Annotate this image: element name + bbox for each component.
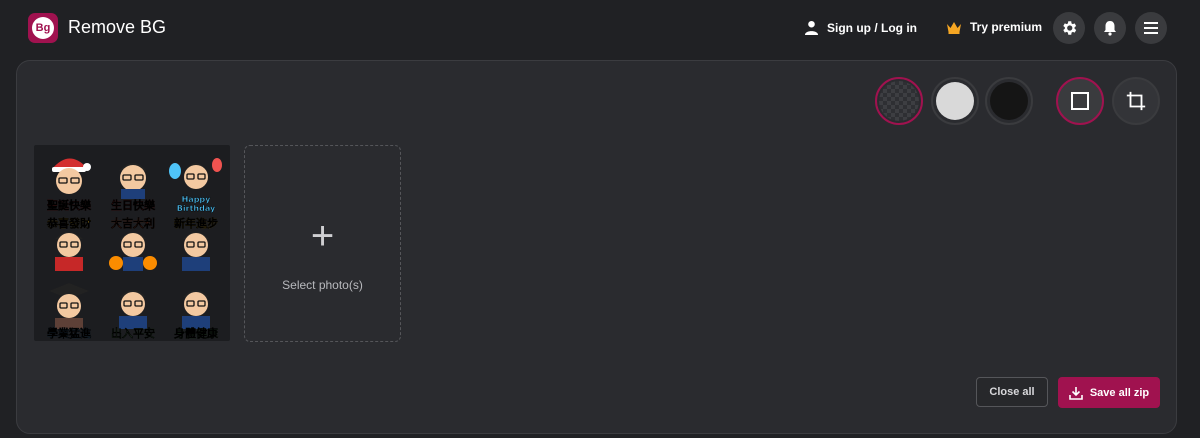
save-all-zip-button[interactable]: Save all zip xyxy=(1058,377,1160,408)
sticker-cell: 出入平安 xyxy=(104,279,162,340)
select-photos-label: Select photo(s) xyxy=(282,278,363,292)
app-title: Remove BG xyxy=(68,17,167,37)
gear-icon xyxy=(1063,21,1077,35)
close-all-button[interactable]: Close all xyxy=(976,377,1048,407)
avatar-birthday xyxy=(119,163,147,199)
background-transparent-option[interactable] xyxy=(875,77,923,125)
plus-icon: + xyxy=(310,214,335,258)
sticker-label: Happy Birthday xyxy=(176,195,216,213)
light-gray-swatch xyxy=(936,82,974,120)
sticker-cell: 聖誕快樂 xyxy=(40,151,98,212)
top-bar: Bg Remove BG Sign up / Log in Try premiu… xyxy=(0,0,1200,58)
logo-mark: Bg xyxy=(32,17,54,39)
sticker-cell: 大吉大利 xyxy=(104,215,162,273)
app-logo[interactable]: Bg xyxy=(28,13,58,43)
menu-button[interactable] xyxy=(1135,12,1167,44)
sticker-cell: Happy Birthday xyxy=(167,151,225,213)
sticker-label: 身體健康 xyxy=(174,327,218,340)
checkerboard-swatch xyxy=(879,81,919,121)
sticker-cell: 身體健康 xyxy=(167,279,225,340)
background-light-option[interactable] xyxy=(931,77,979,125)
try-premium-link[interactable]: Try premium xyxy=(946,20,1042,34)
sticker-label: 恭喜發財 xyxy=(47,217,91,230)
avatar-santa xyxy=(52,158,91,194)
signup-login-label: Sign up / Log in xyxy=(827,20,917,35)
sticker-cell: 恭喜發財 xyxy=(40,215,98,273)
square-icon xyxy=(1071,92,1089,110)
crop-icon xyxy=(1126,91,1146,111)
save-all-zip-label: Save all zip xyxy=(1089,386,1150,399)
sticker-cell: 學業猛進 xyxy=(40,279,98,340)
crown-icon xyxy=(947,21,961,34)
sticker-label: 生日快樂 xyxy=(111,199,155,212)
bell-icon xyxy=(1104,21,1116,36)
background-black-option[interactable] xyxy=(985,77,1033,125)
signup-login-link[interactable]: Sign up / Log in xyxy=(804,20,917,35)
uploaded-image-thumbnail[interactable]: 聖誕快樂 生日快樂 Happy Birthday 恭喜發財 大吉大利 新年進步 … xyxy=(34,145,230,341)
try-premium-label: Try premium xyxy=(970,20,1043,34)
black-swatch xyxy=(990,82,1028,120)
avatar-safe-travels xyxy=(119,290,147,329)
crop-button[interactable] xyxy=(1112,77,1160,125)
sticker-cell: 生日快樂 xyxy=(104,151,162,212)
sticker-label: 聖誕快樂 xyxy=(47,199,91,212)
sticker-label: 新年進步 xyxy=(174,217,218,230)
select-photos-dropzone[interactable]: + Select photo(s) xyxy=(244,145,401,342)
avatar-health xyxy=(182,290,210,329)
menu-icon xyxy=(1144,22,1158,34)
notifications-button[interactable] xyxy=(1094,12,1126,44)
sticker-label: 出入平安 xyxy=(111,327,155,340)
settings-button[interactable] xyxy=(1053,12,1085,44)
sticker-label: 學業猛進 xyxy=(47,327,91,340)
avatar-balloons xyxy=(169,158,222,189)
sticker-label: 大吉大利 xyxy=(111,217,155,230)
workspace-panel: 聖誕快樂 生日快樂 Happy Birthday 恭喜發財 大吉大利 新年進步 … xyxy=(16,60,1177,434)
user-icon xyxy=(804,20,819,35)
avatar-graduate xyxy=(49,283,89,329)
sticker-cell: 新年進步 xyxy=(167,215,225,273)
square-view-button[interactable] xyxy=(1056,77,1104,125)
download-icon xyxy=(1069,386,1083,400)
